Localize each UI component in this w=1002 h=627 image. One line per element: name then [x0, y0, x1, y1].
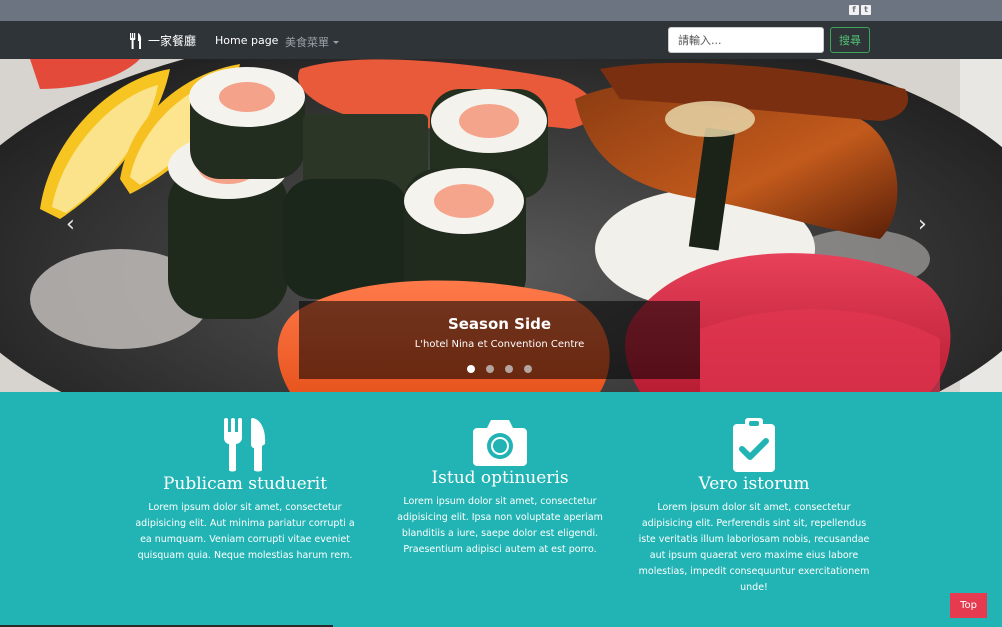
search-button[interactable]: 搜尋: [830, 27, 870, 53]
nav-menu-label: 美食菜單: [285, 36, 329, 49]
brand-link[interactable]: 一家餐廳: [129, 32, 196, 49]
twitter-icon[interactable]: t: [861, 5, 871, 15]
caret-down-icon: [333, 40, 339, 44]
carousel-indicator[interactable]: [524, 365, 532, 373]
feature-title: Istud optinueris: [431, 468, 569, 488]
navbar: 一家餐廳 Home page 美食菜單 搜尋: [0, 21, 1002, 59]
clipboard-check-icon: [733, 418, 775, 472]
search-input[interactable]: [668, 27, 824, 53]
feature-title: Vero istorum: [698, 474, 810, 494]
brand-name: 一家餐廳: [148, 34, 197, 48]
feature-band: Publicam studuerit Lorem ipsum dolor sit…: [0, 392, 1002, 627]
carousel-indicators: [299, 365, 700, 373]
feature-title: Publicam studuerit: [162, 474, 328, 494]
social-links: f t: [849, 5, 871, 15]
fork-knife-icon: [224, 418, 266, 472]
feature-dining: Publicam studuerit Lorem ipsum dolor sit…: [127, 392, 363, 564]
hero-carousel: ‹ › Season Side L'hotel Nina et Conventi…: [0, 59, 1002, 392]
carousel-caption: Season Side L'hotel Nina et Convention C…: [299, 301, 700, 379]
carousel-indicator[interactable]: [467, 365, 475, 373]
carousel-indicator[interactable]: [486, 365, 494, 373]
fork-knife-icon: [130, 32, 142, 49]
top-strip: f t: [0, 0, 1002, 21]
feature-text: Lorem ipsum dolor sit amet, consectetur …: [397, 496, 603, 555]
caption-subtitle: L'hotel Nina et Convention Centre: [414, 339, 585, 350]
carousel-next-icon[interactable]: ›: [918, 214, 927, 236]
camera-icon: [473, 420, 527, 466]
back-to-top-button[interactable]: Top: [950, 593, 987, 618]
carousel-prev-icon[interactable]: ‹: [66, 214, 75, 236]
nav-home-link[interactable]: Home page: [215, 34, 278, 47]
feature-text: Lorem ipsum dolor sit amet, consectetur …: [135, 502, 355, 561]
caption-title: Season Side: [447, 315, 552, 333]
carousel-indicator[interactable]: [505, 365, 513, 373]
feature-text: Lorem ipsum dolor sit amet, consectetur …: [638, 502, 870, 593]
nav-menu-dropdown[interactable]: 美食菜單: [285, 34, 339, 50]
facebook-icon[interactable]: f: [849, 5, 859, 15]
feature-photo: Istud optinueris Lorem ipsum dolor sit a…: [382, 392, 618, 558]
feature-checklist: Vero istorum Lorem ipsum dolor sit amet,…: [636, 392, 872, 596]
